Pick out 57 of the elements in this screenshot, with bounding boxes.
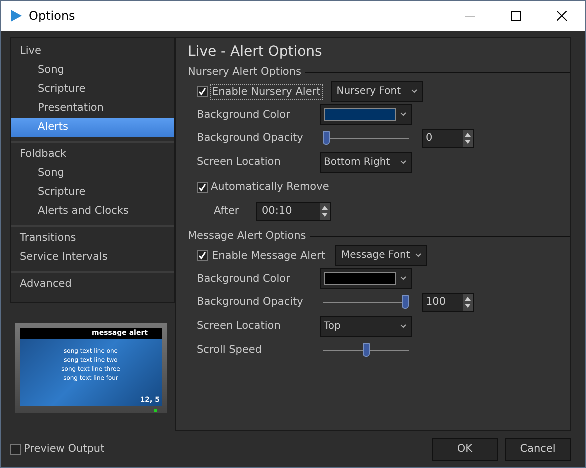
sidebar-item[interactable]: Service Intervals [11,248,174,267]
slider-thumb[interactable] [323,130,330,144]
field-label: Background Color [197,272,292,284]
sidebar-item[interactable]: Transitions [11,229,174,248]
checkbox-label: Preview Output [24,443,105,455]
checkbox-label: Enable Message Alert [211,248,326,262]
color-picker[interactable] [320,104,412,125]
maximize-icon[interactable] [511,11,521,21]
section-title: Message Alert Options [188,230,306,242]
play-logo-icon [9,9,23,23]
sidebar-item[interactable]: Presentation [11,99,174,118]
sidebar-item[interactable]: Song [11,61,174,80]
font-button[interactable]: Message Font [335,245,428,266]
font-button[interactable]: Nursery Font [330,81,423,102]
dialog-button[interactable]: OK [432,438,498,460]
slider-thumb[interactable] [362,342,370,356]
checkbox-label: Automatically Remove [211,181,330,193]
chevron-down-icon [400,160,407,164]
number-field[interactable]: 100 [422,292,474,312]
field-label: Screen Location [197,156,282,168]
dropdown[interactable]: Top [320,316,412,336]
field-label: Screen Location [197,320,282,332]
field-label: After [213,205,240,217]
chevron-down-icon [400,112,407,117]
sidebar-item[interactable]: Foldback [11,145,174,164]
field-label: Background Opacity [197,296,304,308]
color-picker[interactable] [320,268,412,289]
panel-title: Live - Alert Options [188,44,324,60]
checkbox[interactable] [197,182,208,192]
chevron-down-icon [400,324,407,328]
sidebar-item[interactable]: Live [11,42,174,61]
sidebar-item[interactable]: Song [11,164,174,183]
chevron-down-icon [410,89,418,94]
section-title: Nursery Alert Options [188,66,302,78]
sidebar-item[interactable]: Alerts and Clocks [11,202,174,221]
spin-arrows-icon[interactable] [463,130,473,146]
sidebar-item[interactable]: Advanced [11,275,174,294]
number-field[interactable]: 0 [422,128,474,148]
dropdown[interactable]: Bottom Right [320,152,412,172]
field-label: Scroll Speed [197,344,264,356]
close-icon[interactable] [557,11,567,21]
checkbox[interactable] [197,250,208,261]
slider-thumb[interactable] [402,294,409,308]
sidebar-item[interactable]: Scripture [11,183,174,202]
checkbox[interactable] [10,444,21,454]
spin-arrows-icon[interactable] [463,294,473,310]
dialog-button[interactable]: Cancel [505,438,571,460]
window-title: Options [29,9,76,23]
checkbox[interactable] [197,86,208,97]
time-field[interactable]: 00:10 [256,202,331,220]
field-label: Background Opacity [197,132,304,144]
checkbox-label: Enable Nursery Alert [211,84,322,98]
sidebar-item[interactable]: Scripture [11,80,174,99]
chevron-down-icon [400,276,407,281]
field-label: Background Color [197,108,292,120]
spin-arrows-icon[interactable] [320,202,330,220]
chevron-down-icon [415,253,422,258]
